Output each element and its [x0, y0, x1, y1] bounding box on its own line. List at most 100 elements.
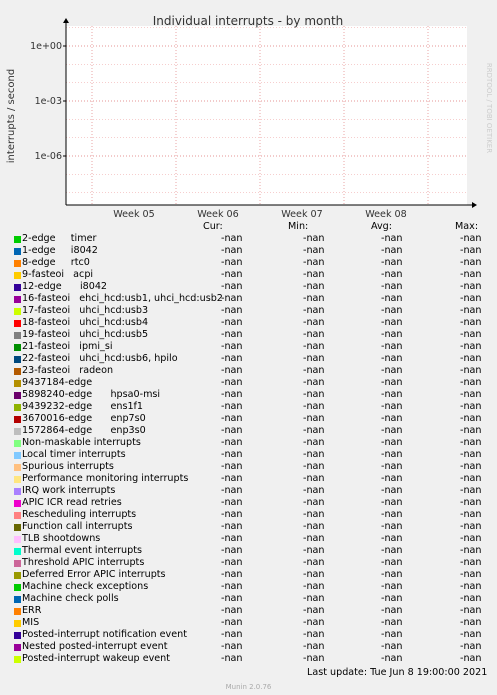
- legend-value-min: -nan: [303, 521, 325, 532]
- legend-value-max: -nan: [460, 245, 482, 256]
- legend-value-min: -nan: [303, 653, 325, 664]
- legend-value-max: -nan: [460, 617, 482, 628]
- legend-row: Machine check polls -nan -nan -nan -nan: [0, 593, 497, 605]
- legend-value-avg: -nan: [381, 569, 403, 580]
- legend-row: Performance monitoring interrupts -nan -na…: [0, 473, 497, 485]
- legend-swatch: [14, 488, 21, 495]
- rrdtool-watermark: RRDTOOL / TOBI OETIKER: [485, 63, 493, 153]
- legend-value-cur: -nan: [221, 245, 243, 256]
- legend-swatch: [14, 428, 21, 435]
- last-update: Last update: Tue Jun 8 19:00:00 2021: [307, 667, 488, 678]
- legend-row: Deferred Error APIC interrupts -nan -nan -n…: [0, 569, 497, 581]
- y-ticks: 1e+00 1e-03 1e-06: [30, 41, 66, 162]
- legend-value-cur: -nan: [221, 437, 243, 448]
- legend-row: 5898240-edge hpsa0-msi -nan -nan -nan -nan: [0, 389, 497, 401]
- legend-value-cur: -nan: [221, 521, 243, 532]
- legend-value-min: -nan: [303, 293, 325, 304]
- legend-value-cur: -nan: [221, 629, 243, 640]
- legend-swatch: [14, 236, 21, 243]
- legend-swatch: [14, 512, 21, 519]
- legend-value-cur: -nan: [221, 365, 243, 376]
- legend-row: Spurious interrupts -nan -nan -nan -nan: [0, 461, 497, 473]
- legend-value-avg: -nan: [381, 317, 403, 328]
- legend-label: Deferred Error APIC interrupts: [22, 569, 166, 580]
- legend-value-avg: -nan: [381, 269, 403, 280]
- legend-row: 22-fasteoi uhci_hcd:usb6, hpilo -nan -nan -…: [0, 353, 497, 365]
- legend-value-max: -nan: [460, 557, 482, 568]
- legend-value-avg: -nan: [381, 437, 403, 448]
- legend-value-cur: -nan: [221, 569, 243, 580]
- header-max: Max:: [455, 221, 479, 232]
- legend-value-cur: -nan: [221, 281, 243, 292]
- legend-value-min: -nan: [303, 269, 325, 280]
- legend-value-max: -nan: [460, 413, 482, 424]
- legend-swatch: [14, 332, 21, 339]
- legend-swatch: [14, 308, 21, 315]
- legend-label: Performance monitoring interrupts: [22, 473, 189, 484]
- legend-value-avg: -nan: [381, 293, 403, 304]
- legend-value-avg: -nan: [381, 281, 403, 292]
- legend-value-min: -nan: [303, 557, 325, 568]
- legend-value-cur: -nan: [221, 545, 243, 556]
- legend-value-avg: -nan: [381, 401, 403, 412]
- legend-row: 12-edge i8042 -nan -nan -nan -nan: [0, 281, 497, 293]
- legend-swatch: [14, 596, 21, 603]
- legend-swatch: [14, 632, 21, 639]
- legend-row: 9-fasteoi acpi -nan -nan -nan -nan: [0, 269, 497, 281]
- legend-value-min: -nan: [303, 437, 325, 448]
- legend-value-max: -nan: [460, 497, 482, 508]
- legend-value-avg: -nan: [381, 545, 403, 556]
- legend-value-min: -nan: [303, 245, 325, 256]
- legend-label: 8-edge rtc0: [22, 257, 90, 268]
- legend-row: 1572864-edge enp3s0 -nan -nan -nan -nan: [0, 425, 497, 437]
- y-tick-label: 1e-06: [35, 151, 62, 162]
- x-ticks: Week 05 Week 06 Week 07 Week 08: [113, 209, 407, 220]
- legend-value-avg: -nan: [381, 593, 403, 604]
- legend-value-avg: -nan: [381, 257, 403, 268]
- legend-value-cur: -nan: [221, 305, 243, 316]
- legend-value-min: -nan: [303, 353, 325, 364]
- legend-swatch: [14, 620, 21, 627]
- legend-label: 16-fasteoi ehci_hcd:usb1, uhci_hcd:usb2: [22, 293, 223, 304]
- legend-value-avg: -nan: [381, 353, 403, 364]
- legend-row: Local timer interrupts -nan -nan -nan -nan: [0, 449, 497, 461]
- legend-label: IRQ work interrupts: [22, 485, 116, 496]
- y-axis-arrow: [63, 18, 69, 23]
- legend-swatch: [14, 536, 21, 543]
- legend-value-cur: -nan: [221, 293, 243, 304]
- legend-label: Rescheduling interrupts: [22, 509, 137, 520]
- legend-row: 9437184-edge -nan -nan -nan -nan: [0, 377, 497, 389]
- legend-value-max: -nan: [460, 341, 482, 352]
- legend-label: 1-edge i8042: [22, 245, 98, 256]
- legend-value-max: -nan: [460, 293, 482, 304]
- legend-value-max: -nan: [460, 473, 482, 484]
- legend-value-cur: -nan: [221, 617, 243, 628]
- legend-value-avg: -nan: [381, 485, 403, 496]
- legend-value-max: -nan: [460, 485, 482, 496]
- legend-row: 2-edge timer -nan -nan -nan -nan: [0, 233, 497, 245]
- legend-label: 18-fasteoi uhci_hcd:usb4: [22, 317, 149, 328]
- legend-value-max: -nan: [460, 401, 482, 412]
- legend-row: Machine check exceptions -nan -nan -nan -nan: [0, 581, 497, 593]
- legend-value-max: -nan: [460, 653, 482, 664]
- legend-label: Threshold APIC interrupts: [22, 557, 145, 568]
- legend-row: 16-fasteoi ehci_hcd:usb1, uhci_hcd:usb2-…: [0, 293, 497, 305]
- legend-label: 22-fasteoi uhci_hcd:usb6, hpilo: [22, 353, 178, 364]
- legend-value-cur: -nan: [221, 341, 243, 352]
- legend-label: Spurious interrupts: [22, 461, 114, 472]
- legend-row: 3670016-edge enp7s0 -nan -nan -nan -nan: [0, 413, 497, 425]
- legend-value-max: -nan: [460, 353, 482, 364]
- legend-value-avg: -nan: [381, 629, 403, 640]
- legend-label: 21-fasteoi ipmi_si: [22, 341, 113, 352]
- legend-value-max: -nan: [460, 281, 482, 292]
- legend-value-cur: -nan: [221, 257, 243, 268]
- legend-value-min: -nan: [303, 473, 325, 484]
- legend-row: TLB shootdowns -nan -nan -nan -nan: [0, 533, 497, 545]
- legend-value-cur: -nan: [221, 461, 243, 472]
- legend-value-min: -nan: [303, 593, 325, 604]
- legend-value-cur: -nan: [221, 593, 243, 604]
- legend-value-avg: -nan: [381, 449, 403, 460]
- legend-label: Machine check exceptions: [22, 581, 149, 592]
- legend-label: 9-fasteoi acpi: [22, 269, 94, 280]
- legend-value-min: -nan: [303, 365, 325, 376]
